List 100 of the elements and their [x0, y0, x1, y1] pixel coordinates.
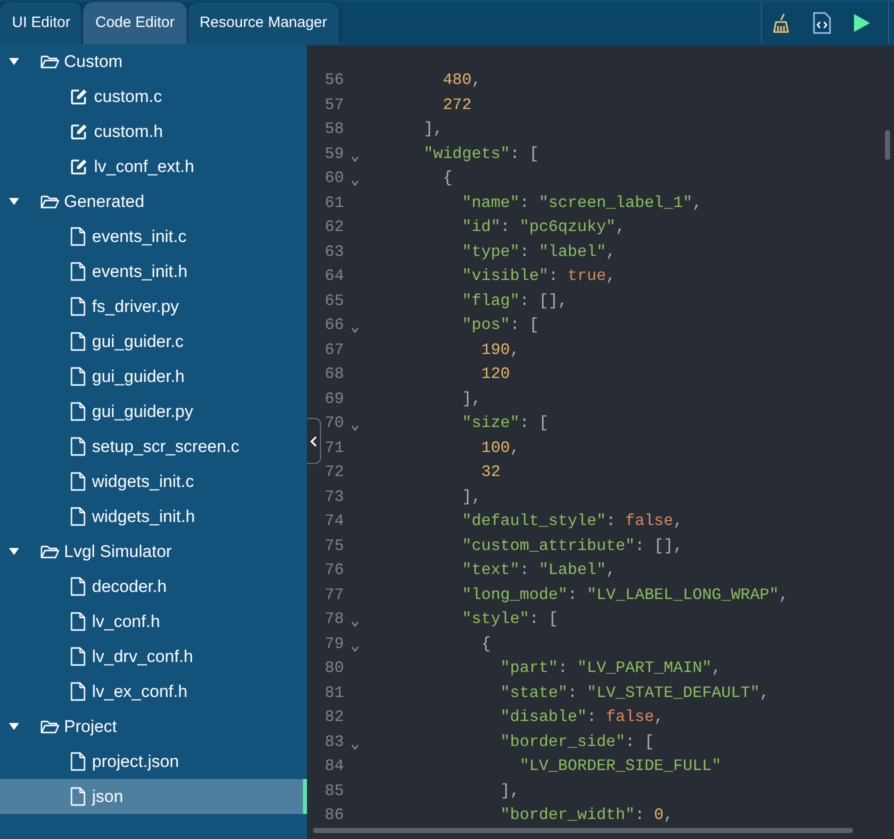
folder-icon	[40, 194, 60, 210]
file-label: widgets_init.c	[92, 470, 194, 493]
code-line: 480,	[442, 70, 482, 91]
file-row[interactable]: decoder.h	[0, 569, 307, 604]
line-number: 86	[324, 805, 344, 826]
line-number: 70	[324, 413, 344, 434]
code-line: {	[480, 634, 491, 654]
line-number: 72	[324, 462, 344, 483]
file-label: widgets_init.h	[92, 506, 196, 528]
code-file-icon	[813, 12, 831, 34]
edit-icon	[70, 158, 88, 176]
code-line: 100,	[480, 438, 520, 458]
line-number: 65	[324, 290, 344, 312]
code-line: "LV_BORDER_SIDE_FULL"	[518, 756, 722, 777]
fold-icon[interactable]	[351, 180, 359, 186]
code-line: "visible": true,	[461, 266, 616, 287]
file-row[interactable]: lv_ex_conf.h	[0, 674, 307, 709]
tab[interactable]: UI Editor	[0, 2, 82, 44]
file-icon	[70, 262, 86, 281]
file-row[interactable]: events_init.c	[0, 219, 307, 254]
file-row[interactable]: fs_driver.py	[0, 289, 307, 324]
line-number: 77	[324, 584, 344, 606]
line-number: 81	[324, 682, 344, 704]
line-number: 56	[324, 70, 344, 91]
line-number: 63	[324, 242, 344, 262]
file-icon	[70, 647, 86, 666]
file-row[interactable]: widgets_init.h	[0, 499, 307, 534]
file-label: events_init.h	[92, 260, 188, 283]
tab[interactable]: Code Editor	[83, 2, 187, 44]
code-line: {	[442, 168, 452, 189]
folder-label: Custom	[64, 50, 123, 73]
file-icon	[70, 402, 86, 421]
file-label: decoder.h	[92, 576, 167, 598]
line-number: 62	[324, 217, 344, 238]
line-number: 67	[324, 340, 344, 360]
folder-label: Project	[64, 716, 117, 738]
code-line: "border_width": 0,	[499, 805, 674, 826]
code-line: "id": "pc6qzuky",	[461, 217, 626, 238]
code-line: "size": [	[461, 413, 548, 434]
line-number: 69	[324, 388, 344, 410]
fold-icon[interactable]	[351, 621, 359, 628]
file-row[interactable]: gui_guider.py	[0, 394, 307, 429]
file-label: gui_guider.py	[92, 400, 194, 423]
file-row[interactable]: widgets_init.c	[0, 464, 307, 499]
line-number: 76	[324, 560, 344, 581]
fold-icon[interactable]	[351, 327, 359, 334]
folder-row[interactable]: Project	[0, 709, 307, 744]
collapse-handle[interactable]	[307, 418, 321, 464]
file-row[interactable]: setup_scr_screen.c	[0, 429, 307, 464]
chevron-left-icon	[310, 436, 317, 446]
file-row[interactable]: gui_guider.c	[0, 324, 307, 359]
code-line: "pos": [	[461, 315, 539, 336]
file-row[interactable]: custom.c	[0, 79, 307, 114]
fold-icon[interactable]	[351, 156, 359, 162]
line-number: 80	[324, 658, 344, 679]
code-line: 190,	[480, 340, 520, 360]
play-icon	[853, 13, 871, 33]
code-line: ],	[499, 780, 520, 802]
code-line: "name": "screen_label_1",	[461, 192, 702, 214]
file-row[interactable]: events_init.h	[0, 254, 307, 289]
file-icon	[70, 332, 86, 351]
line-number: 79	[324, 634, 344, 654]
file-label: events_init.c	[92, 226, 186, 248]
horizontal-scrollbar[interactable]	[313, 828, 853, 833]
vertical-scrollbar[interactable]	[885, 130, 890, 160]
tab[interactable]: Resource Manager	[188, 2, 340, 44]
fold-icon[interactable]	[351, 425, 359, 432]
code-line: "flag": [],	[461, 290, 568, 312]
line-number: 57	[324, 94, 344, 116]
file-row[interactable]: lv_conf_ext.h	[0, 149, 307, 184]
file-label: lv_conf.h	[92, 610, 160, 633]
folder-row[interactable]: Generated	[0, 184, 307, 219]
folder-label: Generated	[64, 190, 144, 213]
file-row[interactable]: gui_guider.h	[0, 359, 307, 394]
line-number: 64	[324, 266, 344, 287]
folder-row[interactable]: Custom	[0, 44, 307, 79]
fold-icon[interactable]	[351, 744, 359, 750]
file-label: gui_guider.h	[92, 366, 185, 388]
file-label: json	[92, 786, 124, 808]
file-label: custom.c	[94, 86, 162, 108]
file-icon	[70, 577, 86, 596]
file-icon	[70, 367, 86, 386]
folder-row[interactable]: Lvgl Simulator	[0, 534, 307, 569]
line-number: 74	[324, 511, 344, 532]
code-line: "custom_attribute": [],	[461, 536, 683, 556]
file-row[interactable]: json	[0, 779, 307, 814]
file-row[interactable]: lv_drv_conf.h	[0, 639, 307, 674]
edit-icon	[70, 122, 88, 140]
folder-icon	[40, 54, 60, 70]
line-number: 83	[324, 732, 344, 752]
code-line: "style": [	[461, 609, 558, 630]
file-icon	[70, 787, 86, 806]
file-icon	[70, 752, 86, 771]
file-row[interactable]: project.json	[0, 744, 307, 779]
file-row[interactable]: custom.h	[0, 114, 307, 149]
line-number: 66	[324, 315, 344, 336]
line-number: 84	[324, 756, 344, 777]
file-label: custom.h	[94, 120, 163, 143]
fold-icon[interactable]	[351, 646, 359, 652]
file-row[interactable]: lv_conf.h	[0, 604, 307, 639]
